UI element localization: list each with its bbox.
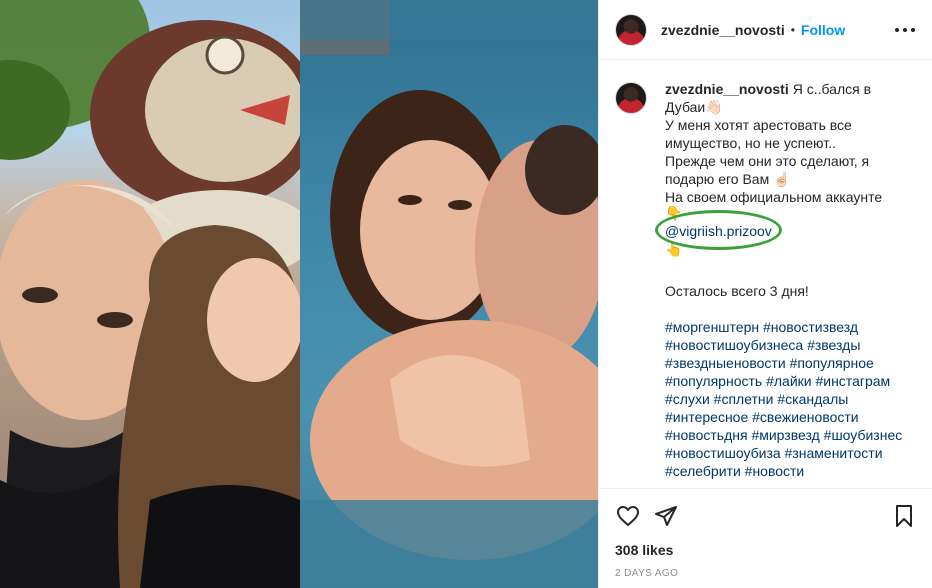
heart-icon[interactable] xyxy=(615,503,641,529)
selfie-photo xyxy=(0,0,300,588)
mention-highlight: @vigriish.prizoov xyxy=(655,210,782,250)
hashtag-line[interactable]: #новостишоубизнеса #звезды xyxy=(665,336,923,354)
separator-dot: • xyxy=(790,22,795,37)
mention-link[interactable]: @vigriish.prizoov xyxy=(665,223,772,239)
hashtag-line[interactable]: #моргенштерн #новостизвезд xyxy=(665,318,923,336)
hashtag-line[interactable]: #селебрити #новости xyxy=(665,462,923,480)
likes-count[interactable]: 308 likes xyxy=(615,542,673,558)
caption-line: Я с..бался в xyxy=(792,81,872,97)
caption-text: zvezdnie__novosti Я с..бался в Дубаи👋🏻 У … xyxy=(655,80,923,480)
instagram-post: zvezdnie__novosti • Follow zvezdnie__nov… xyxy=(0,0,932,588)
pool-photo xyxy=(300,0,598,588)
caption-username[interactable]: zvezdnie__novosti xyxy=(665,81,789,97)
post-sidebar: zvezdnie__novosti • Follow zvezdnie__nov… xyxy=(598,0,932,588)
hashtag-line[interactable]: #новостьдня #мирзвезд #шоубизнес xyxy=(665,426,923,444)
post-caption: zvezdnie__novosti Я с..бался в Дубаи👋🏻 У … xyxy=(615,80,925,480)
caption-line: подарю его Вам ☝🏻 xyxy=(665,171,791,187)
hashtag-line[interactable]: #интересное #свежиеновости xyxy=(665,408,923,426)
remaining-days-text: Осталось всего 3 дня! xyxy=(665,283,809,299)
caption-line: Дубаи👋🏻 xyxy=(665,99,723,115)
post-date[interactable]: 2 DAYS AGO xyxy=(615,568,678,579)
caption-line: имущество, но не успеют.. xyxy=(665,135,836,151)
caption-line: Прежде чем они это сделают, я xyxy=(665,153,870,169)
action-bar xyxy=(599,488,932,540)
header-username[interactable]: zvezdnie__novosti xyxy=(661,22,785,38)
hashtag-line[interactable]: #новостишоубиза #знаменитости xyxy=(665,444,923,462)
caption-line: У меня хотят арестовать все xyxy=(665,117,852,133)
avatar[interactable] xyxy=(615,13,647,46)
caption-line: На своем официальном аккаунте xyxy=(665,189,883,205)
more-options-icon[interactable] xyxy=(893,20,917,40)
post-header: zvezdnie__novosti • Follow xyxy=(599,0,932,60)
caption-avatar[interactable] xyxy=(615,82,647,114)
post-media[interactable] xyxy=(0,0,598,588)
hashtag-list: #моргенштерн #новостизвезд #новостишоуби… xyxy=(665,318,923,480)
hashtag-line[interactable]: #слухи #сплетни #скандалы xyxy=(665,390,923,408)
hashtag-line[interactable]: #звездныеновости #популярное xyxy=(665,354,923,372)
hashtag-line[interactable]: #популярность #лайки #инстаграм xyxy=(665,372,923,390)
paper-plane-icon[interactable] xyxy=(653,503,679,529)
follow-button[interactable]: Follow xyxy=(801,22,845,38)
bookmark-icon[interactable] xyxy=(891,503,917,529)
